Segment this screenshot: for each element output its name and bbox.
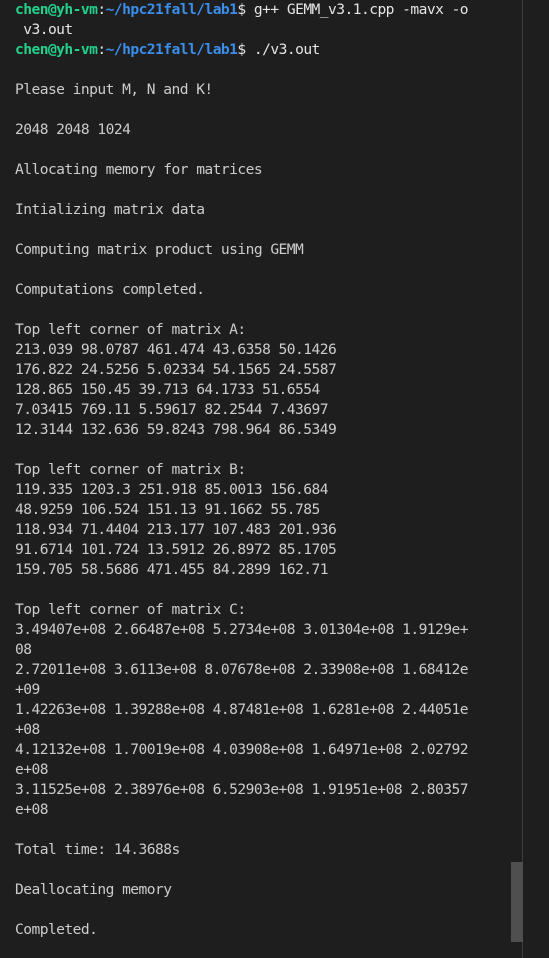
- scrollbar-track[interactable]: [510, 0, 524, 958]
- prompt-symbol: $: [237, 1, 246, 18]
- total-time-text: Total time: 14.3688s: [15, 841, 180, 858]
- prompt-user-host: chen@yh-vm: [15, 1, 98, 18]
- completed-text: Completed.: [15, 921, 98, 938]
- matrix-a-row: 213.039 98.0787 461.474 43.6358 50.1426: [15, 341, 337, 358]
- prompt-user-host: chen@yh-vm: [15, 41, 98, 58]
- matrix-c-line: 3.11525e+08 2.38976e+08 6.52903e+08 1.91…: [15, 781, 469, 798]
- prompt-symbol: $: [237, 41, 246, 58]
- matrix-c-line: e+08: [15, 761, 49, 778]
- matrix-a-title: Top left corner of matrix A:: [15, 321, 246, 338]
- matrix-a-row: 176.822 24.5256 5.02334 54.1565 24.5587: [15, 361, 337, 378]
- prompt-separator: :: [97, 1, 106, 18]
- input-values-text: 2048 2048 1024: [15, 121, 131, 138]
- prompt-separator: :: [97, 41, 106, 58]
- run-command: ./v3.out: [253, 41, 320, 58]
- prompt-line-1: chen@yh-vm:~/hpc21fall/lab1$ g++ GEMM_v3…: [15, 0, 469, 20]
- matrix-b-row: 91.6714 101.724 13.5912 26.8972 85.1705: [15, 541, 337, 558]
- prompt-path: ~/hpc21fall/lab1: [105, 1, 238, 18]
- compile-command: g++ GEMM_v3.1.cpp -mavx -o: [253, 1, 469, 18]
- matrix-c-line: 08: [15, 641, 32, 658]
- matrix-c-title: Top left corner of matrix C:: [15, 601, 246, 618]
- matrix-c-line: +09: [15, 681, 40, 698]
- matrix-c-line: e+08: [15, 801, 49, 818]
- compile-command-continuation: v3.out: [15, 21, 73, 38]
- matrix-b-row: 118.934 71.4404 213.177 107.483 201.936: [15, 521, 337, 538]
- input-prompt-text: Please input M, N and K!: [15, 81, 213, 98]
- allocating-text: Allocating memory for matrices: [15, 161, 263, 178]
- scrollbar-thumb[interactable]: [511, 862, 523, 942]
- computing-text: Computing matrix product using GEMM: [15, 241, 304, 258]
- computations-completed-text: Computations completed.: [15, 281, 205, 298]
- matrix-c-line: 2.72011e+08 3.6113e+08 8.07678e+08 2.339…: [15, 661, 469, 678]
- matrix-a-row: 128.865 150.45 39.713 64.1733 51.6554: [15, 381, 320, 398]
- deallocating-text: Deallocating memory: [15, 881, 172, 898]
- matrix-b-row: 48.9259 106.524 151.13 91.1662 55.785: [15, 501, 320, 518]
- prompt-path: ~/hpc21fall/lab1: [105, 41, 238, 58]
- terminal-output[interactable]: chen@yh-vm:~/hpc21fall/lab1$ g++ GEMM_v3…: [0, 0, 528, 958]
- matrix-c-line: +08: [15, 721, 40, 738]
- matrix-a-row: 7.03415 769.11 5.59617 82.2544 7.43697: [15, 401, 329, 418]
- matrix-b-row: 159.705 58.5686 471.455 84.2899 162.71: [15, 561, 329, 578]
- matrix-b-row: 119.335 1203.3 251.918 85.0013 156.684: [15, 481, 329, 498]
- matrix-a-row: 12.3144 132.636 59.8243 798.964 86.5349: [15, 421, 337, 438]
- matrix-c-line: 3.49407e+08 2.66487e+08 5.2734e+08 3.013…: [15, 621, 469, 638]
- matrix-c-line: 4.12132e+08 1.70019e+08 4.03908e+08 1.64…: [15, 741, 469, 758]
- matrix-b-title: Top left corner of matrix B:: [15, 461, 246, 478]
- matrix-c-line: 1.42263e+08 1.39288e+08 4.87481e+08 1.62…: [15, 701, 469, 718]
- prompt-line-2: chen@yh-vm:~/hpc21fall/lab1$ ./v3.out: [15, 40, 320, 60]
- initializing-text: Intializing matrix data: [15, 201, 205, 218]
